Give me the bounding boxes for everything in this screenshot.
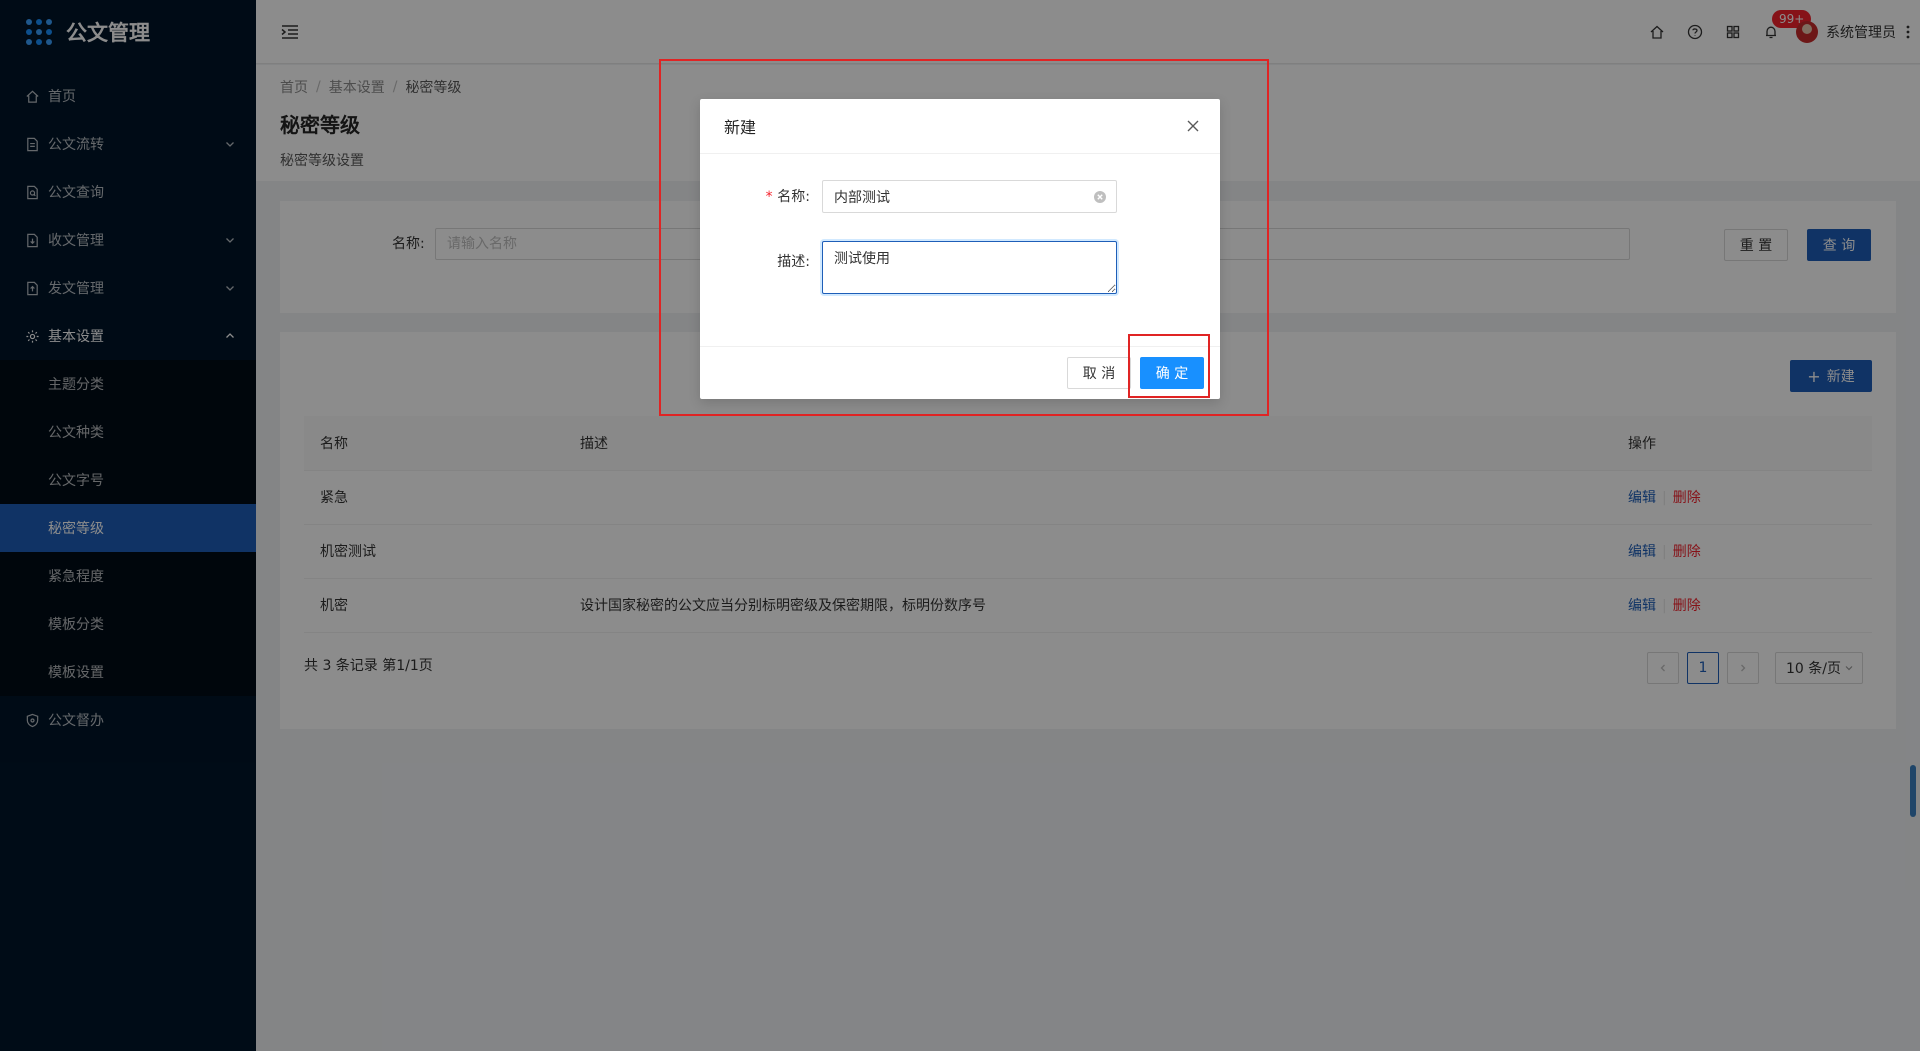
dialog-header: 新建 [700,99,1220,154]
name-label-text: 名称: [777,189,810,205]
close-icon[interactable] [1186,119,1200,133]
desc-field-label: 描述: [700,251,810,271]
new-dialog: 新建 *名称: 描述: 测试使用 取 消 确 定 [700,99,1220,399]
name-field-label: * 名称: [700,186,810,206]
dialog-title: 新建 [724,118,757,137]
cancel-button[interactable]: 取 消 [1067,357,1131,389]
description-field[interactable]: 测试使用 [822,241,1117,294]
desc-label-text: 描述: [777,254,810,270]
confirm-button[interactable]: 确 定 [1140,357,1204,389]
clear-icon[interactable] [1093,190,1107,204]
name-field[interactable] [822,180,1117,213]
dialog-footer: 取 消 确 定 [700,346,1220,399]
required-mark: * [764,189,774,205]
